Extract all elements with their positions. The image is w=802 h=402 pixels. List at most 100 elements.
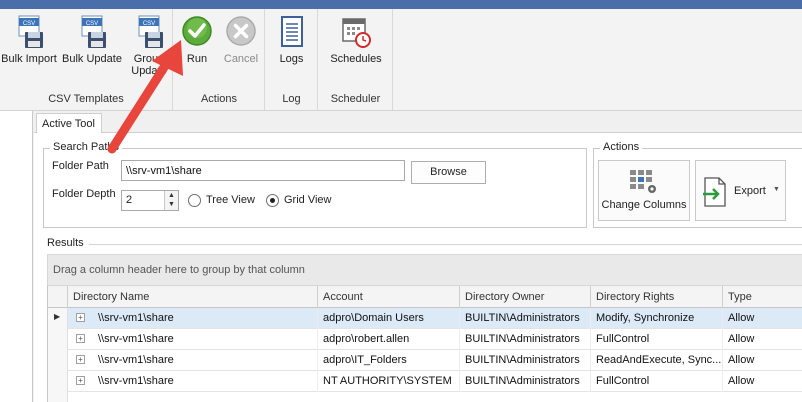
cell-account: adpro\IT_Folders [318, 350, 460, 371]
ribbon-group-log: Logs Log [266, 9, 318, 110]
cell-directory-rights: FullControl [591, 371, 723, 392]
table-row[interactable]: + \\srv-vm1\share NT AUTHORITY\SYSTEM BU… [48, 371, 802, 392]
ribbon-group-actions: Run Cancel Actions [174, 9, 265, 110]
browse-button[interactable]: Browse [411, 161, 486, 184]
bulk-import-label: Bulk Import [1, 53, 57, 65]
logs-label: Logs [279, 53, 304, 65]
cell-directory-rights: Modify, Synchronize [591, 308, 723, 329]
actions-group-label: Actions [200, 93, 238, 105]
folder-depth-label: Folder Depth [52, 188, 116, 200]
group-by-hint: Drag a column header here to group by th… [53, 264, 305, 276]
export-file-icon [703, 177, 726, 207]
cell-account: adpro\Domain Users [318, 308, 460, 329]
change-columns-label: Change Columns [601, 199, 687, 211]
column-header-directory-rights[interactable]: Directory Rights [591, 286, 723, 308]
table-row-partial[interactable] [48, 392, 802, 402]
export-label: Export [734, 185, 766, 197]
csv-file-save-icon: CSV [81, 15, 106, 48]
cancel-circle-icon [226, 16, 256, 46]
cell-type: Allow [723, 371, 802, 392]
cell-directory-owner: BUILTIN\Administrators [460, 371, 591, 392]
grid-header: Directory Name Account Directory Owner D… [48, 286, 802, 308]
cell-directory-name: \\srv-vm1\share [90, 350, 318, 371]
calendar-clock-icon [342, 18, 371, 48]
grid-view-radio[interactable] [266, 194, 279, 207]
tab-bar: Active Tool [34, 111, 802, 134]
tree-view-label: Tree View [206, 194, 255, 206]
ribbon-group-csv-templates: CSV Bulk Import CSV Bulk Update CSV Grou… [0, 9, 173, 110]
current-row-indicator-icon: ▶ [54, 312, 61, 321]
folder-depth-value: 2 [126, 194, 133, 206]
cell-account: adpro\robert.allen [318, 329, 460, 350]
export-button[interactable]: Export ▼ [695, 160, 786, 221]
folder-depth-stepper[interactable]: 2 ▲ ▼ [121, 190, 179, 211]
column-header-account[interactable]: Account [318, 286, 460, 308]
chevron-down-icon: ▼ [773, 186, 780, 193]
column-header-directory-name[interactable]: Directory Name [68, 286, 318, 308]
log-group-label: Log [282, 93, 301, 105]
expand-row-icon[interactable]: + [76, 376, 85, 385]
log-document-icon [280, 16, 303, 47]
scheduler-group-label: Scheduler [330, 93, 381, 105]
cell-type: Allow [723, 308, 802, 329]
cancel-label: Cancel [223, 53, 259, 65]
logs-button[interactable]: Logs [266, 15, 317, 66]
window-title-bar [0, 0, 802, 9]
svg-text:CSV: CSV [23, 21, 35, 27]
schedules-button[interactable]: Schedules [325, 15, 387, 66]
column-header-directory-owner[interactable]: Directory Owner [460, 286, 591, 308]
bulk-update-button[interactable]: CSV Bulk Update [61, 15, 123, 67]
cell-account: NT AUTHORITY\SYSTEM [318, 371, 460, 392]
main-content: Search Paths Folder Path Browse Folder D… [34, 133, 802, 402]
results-divider [89, 244, 802, 245]
cell-directory-name: \\srv-vm1\share [90, 329, 318, 350]
folder-path-label: Folder Path [52, 160, 109, 172]
stepper-down-icon[interactable]: ▼ [165, 200, 178, 209]
ribbon: CSV Bulk Import CSV Bulk Update CSV Grou… [0, 9, 802, 111]
run-label: Run [186, 53, 208, 65]
tab-active-tool[interactable]: Active Tool [36, 113, 102, 134]
folder-path-input[interactable] [121, 160, 405, 181]
bulk-import-button[interactable]: CSV Bulk Import [0, 15, 58, 67]
csv-file-save-icon: CSV [138, 15, 163, 48]
search-paths-legend: Search Paths [50, 141, 123, 153]
cell-directory-owner: BUILTIN\Administrators [460, 329, 591, 350]
csv-file-save-icon: CSV [18, 15, 43, 48]
cell-directory-owner: BUILTIN\Administrators [460, 308, 591, 329]
cell-type: Allow [723, 329, 802, 350]
grid-view-label: Grid View [284, 194, 332, 206]
cell-directory-rights: FullControl [591, 329, 723, 350]
svg-text:CSV: CSV [143, 21, 155, 27]
columns-gear-icon [630, 170, 656, 193]
cell-directory-name: \\srv-vm1\share [90, 371, 318, 392]
group-update-label: Group Update [131, 53, 167, 77]
tab-active-tool-label: Active Tool [42, 118, 95, 130]
actions-section: Actions Change Columns Export ▼ [593, 141, 802, 228]
check-circle-icon [182, 16, 212, 46]
table-row[interactable]: ▶ + \\srv-vm1\share adpro\Domain Users B… [48, 308, 802, 329]
expand-row-icon[interactable]: + [76, 313, 85, 322]
change-columns-button[interactable]: Change Columns [598, 160, 690, 221]
stepper-up-icon[interactable]: ▲ [165, 191, 178, 200]
tree-view-radio[interactable] [188, 194, 201, 207]
column-header-type[interactable]: Type [723, 286, 802, 308]
group-by-panel[interactable]: Drag a column header here to group by th… [47, 254, 802, 286]
results-grid: Directory Name Account Directory Owner D… [47, 286, 802, 402]
expand-row-icon[interactable]: + [76, 334, 85, 343]
expand-row-icon[interactable]: + [76, 355, 85, 364]
run-button[interactable]: Run [174, 15, 220, 66]
ribbon-group-scheduler: Schedules Scheduler [319, 9, 393, 110]
row-indicator-header [48, 286, 68, 308]
cell-directory-name: \\srv-vm1\share [90, 308, 318, 329]
table-row[interactable]: + \\srv-vm1\share adpro\robert.allen BUI… [48, 329, 802, 350]
cell-type: Allow [723, 350, 802, 371]
actions-legend: Actions [600, 141, 643, 153]
cell-directory-owner: BUILTIN\Administrators [460, 350, 591, 371]
results-legend: Results [47, 237, 84, 249]
cell-directory-rights: ReadAndExecute, Sync... [591, 350, 723, 371]
table-row[interactable]: + \\srv-vm1\share adpro\IT_Folders BUILT… [48, 350, 802, 371]
svg-text:CSV: CSV [86, 21, 98, 27]
cancel-button[interactable]: Cancel [218, 15, 264, 66]
group-update-button[interactable]: CSV Group Update [124, 15, 174, 79]
schedules-label: Schedules [330, 53, 382, 65]
